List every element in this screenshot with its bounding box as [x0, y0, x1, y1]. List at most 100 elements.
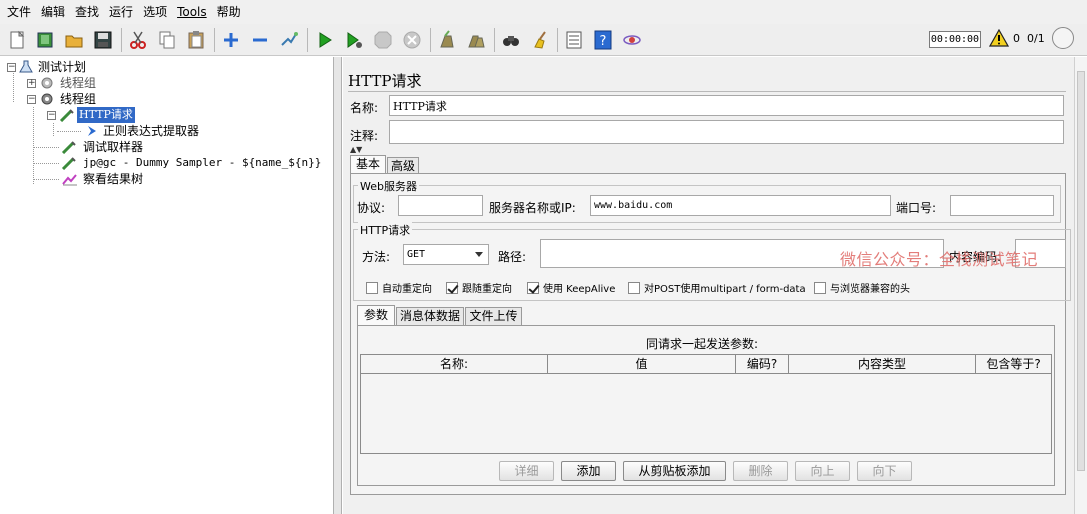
expand-icon[interactable] [219, 28, 243, 52]
arrow-icon [88, 126, 96, 136]
server-name-label: 服务器名称或IP: [489, 201, 576, 215]
save-icon[interactable] [91, 28, 115, 52]
menu-search[interactable]: 查找 [70, 0, 104, 24]
add-from-clipboard-button[interactable]: 从剪贴板添加 [623, 461, 726, 481]
port-field[interactable] [950, 195, 1054, 216]
name-field[interactable]: HTTP请求 [389, 95, 1064, 116]
new-icon[interactable] [5, 28, 29, 52]
stop-icon[interactable] [371, 28, 395, 52]
checkbox-box[interactable] [628, 281, 640, 294]
templates-icon[interactable] [33, 28, 57, 52]
path-label: 路径: [498, 250, 527, 264]
menu-tools[interactable]: Tools [172, 0, 212, 24]
menu-file[interactable]: 文件 [2, 0, 36, 24]
up-button[interactable]: 向上 [795, 461, 850, 481]
start-icon[interactable] [313, 28, 337, 52]
copy-icon[interactable] [155, 28, 179, 52]
function-helper-icon[interactable] [562, 28, 586, 52]
cut-icon[interactable] [126, 28, 150, 52]
start-no-pause-icon[interactable] [342, 28, 366, 52]
gear-icon [41, 77, 53, 89]
auto-redirect-checkbox[interactable]: 自动重定向 [366, 280, 432, 295]
checkbox-box[interactable] [366, 281, 378, 294]
column-header-value[interactable]: 值 [548, 355, 736, 374]
chart-icon [62, 174, 77, 186]
checkbox-box[interactable] [446, 281, 458, 294]
column-header-encode[interactable]: 编码? [736, 355, 789, 374]
vertical-scrollbar[interactable] [1074, 57, 1087, 514]
help-icon[interactable]: ? [591, 28, 615, 52]
split-pane-divider[interactable] [334, 57, 342, 514]
clear-icon[interactable] [435, 28, 459, 52]
tab-files-upload[interactable]: 文件上传 [465, 307, 522, 326]
menu-options[interactable]: 选项 [138, 0, 172, 24]
keepalive-checkbox[interactable]: 使用 KeepAlive [527, 280, 615, 295]
pipette-icon [61, 157, 76, 170]
search-icon[interactable] [499, 28, 523, 52]
test-plan-icon [19, 60, 33, 73]
protocol-label: 协议: [357, 201, 386, 215]
reset-search-icon[interactable] [528, 28, 552, 52]
tree-node-thread-group-2[interactable]: − 线程组 [27, 91, 98, 107]
delete-button[interactable]: 删除 [733, 461, 788, 481]
toggle-icon[interactable] [277, 28, 301, 52]
tree-node-debug-sampler[interactable]: 调试取样器 [61, 139, 145, 155]
http-request-group-title: HTTP请求 [358, 222, 413, 238]
add-button[interactable]: 添加 [561, 461, 616, 481]
menu-edit[interactable]: 编辑 [36, 0, 70, 24]
collapse-icon[interactable] [248, 28, 272, 52]
column-header-content-type[interactable]: 内容类型 [789, 355, 976, 374]
method-select[interactable]: GET [403, 244, 489, 265]
remote-icon[interactable] [620, 28, 644, 52]
tree-node-view-results-tree[interactable]: 察看结果树 [61, 171, 145, 187]
detail-button[interactable]: 详细 [499, 461, 554, 481]
tab-advanced[interactable]: 高级 [387, 157, 419, 174]
method-value: GET [407, 249, 426, 260]
tree-node-dummy-sampler[interactable]: jp@gc - Dummy Sampler - ${name_${n}} [61, 155, 323, 171]
tab-basic[interactable]: 基本 [350, 155, 386, 174]
page-title: HTTP请求 [348, 72, 422, 90]
tree-node-regex-extractor[interactable]: 正则表达式提取器 [85, 123, 201, 139]
clear-all-icon[interactable] [464, 28, 488, 52]
open-icon[interactable] [62, 28, 86, 52]
collapse-arrows-icon[interactable]: ▲▼ [350, 146, 362, 154]
column-header-include-equals[interactable]: 包含等于? [976, 355, 1051, 374]
comment-field[interactable] [389, 120, 1064, 144]
multipart-checkbox[interactable]: 对POST使用multipart / form-data [628, 280, 806, 295]
web-server-group-title: Web服务器 [358, 178, 419, 194]
port-label: 端口号: [896, 201, 937, 215]
follow-redirect-checkbox[interactable]: 跟随重定向 [446, 280, 512, 295]
menu-run[interactable]: 运行 [104, 0, 138, 24]
browser-headers-checkbox[interactable]: 与浏览器兼容的头 [814, 280, 910, 295]
test-plan-tree: − 测试计划 + 线程组 − 线程组 − HTTP请求 正则表达式提取器 调试取… [0, 57, 334, 514]
collapse-toggle[interactable]: − [47, 110, 56, 120]
paste-icon[interactable] [184, 28, 208, 52]
shutdown-icon[interactable] [400, 28, 424, 52]
warning-icon[interactable] [988, 28, 1010, 50]
menu-bar: 文件 编辑 查找 运行 选项 Tools 帮助 [0, 0, 1087, 24]
server-name-field[interactable]: www.baidu.com [590, 195, 891, 216]
checkbox-box[interactable] [527, 281, 539, 294]
chevron-down-icon [475, 252, 483, 257]
gear-icon [41, 93, 53, 105]
pipette-icon [61, 141, 76, 154]
tree-node-test-plan[interactable]: − 测试计划 [7, 59, 88, 75]
checkbox-box[interactable] [814, 281, 826, 294]
watermark: 微信公众号：全栈测试笔记 [840, 250, 1039, 269]
elapsed-timer: 00:00:00 [929, 31, 981, 48]
thread-count: 0/1 [1027, 32, 1045, 45]
params-heading: 同请求一起发送参数: [646, 337, 759, 351]
down-button[interactable]: 向下 [857, 461, 912, 481]
tree-node-thread-group-1[interactable]: + 线程组 [27, 75, 98, 91]
tree-node-http-request[interactable]: − HTTP请求 [47, 107, 135, 123]
expand-toggle[interactable]: + [27, 78, 36, 88]
tab-parameters[interactable]: 参数 [357, 305, 395, 326]
tab-body-data[interactable]: 消息体数据 [396, 307, 464, 326]
menu-help[interactable]: 帮助 [212, 0, 246, 24]
protocol-field[interactable] [398, 195, 483, 216]
collapse-toggle[interactable]: − [7, 62, 16, 72]
collapse-toggle[interactable]: − [27, 94, 36, 104]
scrollbar-thumb[interactable] [1077, 71, 1085, 471]
column-header-name[interactable]: 名称: [361, 355, 548, 374]
parameters-table: 名称: 值 编码? 内容类型 包含等于? [360, 354, 1052, 454]
